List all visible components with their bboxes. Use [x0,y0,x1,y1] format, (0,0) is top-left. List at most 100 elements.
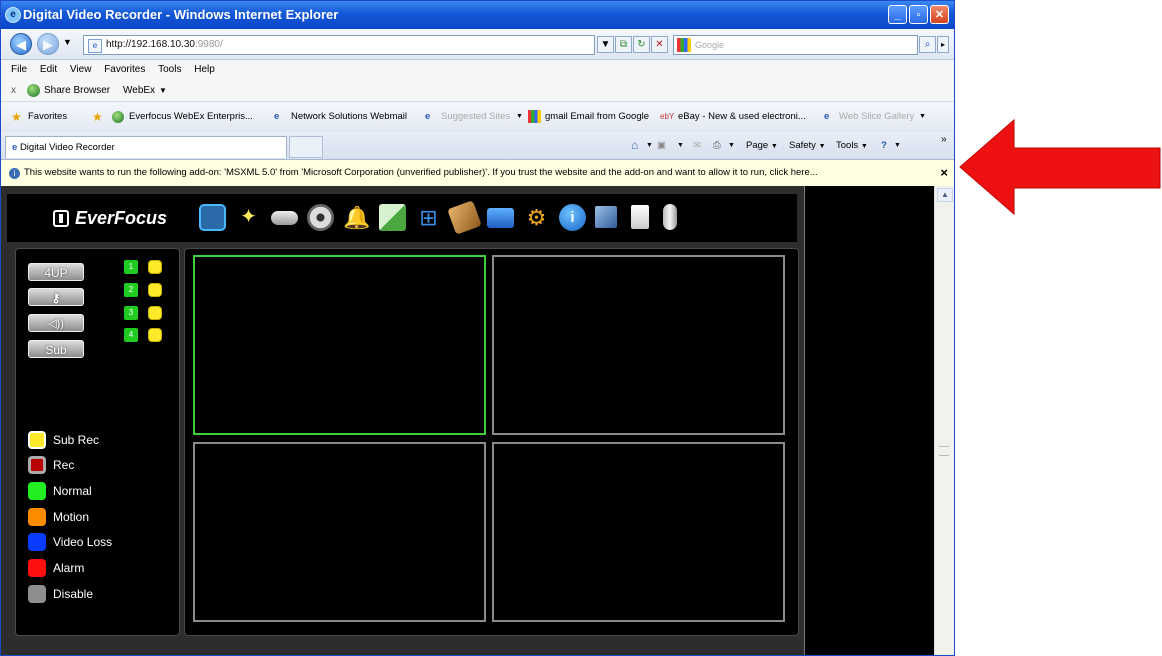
home-icon[interactable]: ⌂ [631,132,638,159]
refresh-icon[interactable]: ↻ [633,36,650,53]
wizard-icon[interactable]: ✦ [235,204,262,231]
brand-name: EverFocus [75,208,168,228]
logout-mouse-icon[interactable] [663,204,677,230]
fav-everfocus-webex[interactable]: Everfocus WebEx Enterpris... [129,102,253,132]
forward-button[interactable]: ▶ [37,33,59,55]
video-grid [184,248,799,636]
menu-view[interactable]: View [70,64,92,75]
channel-3-badge[interactable]: 3 [124,306,138,320]
live-view-icon[interactable] [199,204,226,231]
toolbar-overflow-icon[interactable]: » [941,126,947,153]
tab-digital-video-recorder[interactable]: e Digital Video Recorder [5,136,287,158]
recent-pages-dropdown-icon[interactable]: ▼ [63,37,72,47]
address-input[interactable]: e http://192.168.10.30:9980/ [83,35,595,55]
ptz-key-button[interactable]: ⚷ [28,288,84,306]
legend-label: Normal [53,484,92,498]
favorites-button[interactable]: Favorites [28,102,67,132]
menu-edit[interactable]: Edit [40,64,57,75]
video-cell-1[interactable] [193,255,486,435]
storage-icon[interactable] [447,200,482,235]
legend-label: Disable [53,587,94,601]
webex-toolbar: x Share Browser WebEx ▼ [1,80,954,102]
control-panel: 4UP ⚷ ◁)) Sub 1 2 3 4 Sub Rec Rec Normal… [15,248,180,636]
webex-dropdown-icon[interactable]: ▼ [159,80,167,101]
add-favorite-icon[interactable]: ★ [92,102,103,132]
video-cell-4[interactable] [492,442,785,622]
display-icon[interactable] [487,208,514,228]
maximize-button[interactable]: ▫ [909,5,928,24]
channel-1-badge[interactable]: 1 [124,260,138,274]
address-dropdown-icon[interactable]: ▼ [597,36,614,53]
menu-help[interactable]: Help [194,64,215,75]
ie-logo-icon: e [5,7,21,23]
address-toolbar: ◀ ▶ ▼ e http://192.168.10.30:9980/ ▼ ⧉ ↻ … [1,29,954,60]
web-slice-dropdown-icon[interactable]: ▼ [919,102,926,132]
new-tab-button[interactable] [289,136,323,158]
minimize-button[interactable]: _ [888,5,907,24]
scroll-grip[interactable] [939,446,949,456]
toolbar-close-icon[interactable]: x [11,80,16,101]
help-dropdown-icon[interactable]: ▼ [894,132,901,159]
suggested-dropdown-icon[interactable]: ▼ [516,102,523,132]
fav-gmail[interactable]: gmail Email from Google [545,102,649,132]
fav-network-solutions[interactable]: Network Solutions Webmail [291,102,407,132]
back-button[interactable]: ◀ [10,33,32,55]
channel-2-badge[interactable]: 2 [124,283,138,297]
schedule-icon[interactable] [379,204,406,231]
video-loss-swatch [28,533,46,551]
fav-web-slice-gallery[interactable]: Web Slice Gallery [839,102,914,132]
video-cell-3[interactable] [193,442,486,622]
info-circle-icon[interactable]: i [559,204,586,231]
page-menu-label: Page [746,140,769,151]
sub-stream-button[interactable]: Sub [28,340,84,358]
help-icon[interactable]: ? [881,132,887,159]
menu-tools[interactable]: Tools [158,64,181,75]
tab-label: Digital Video Recorder [19,142,115,153]
camera-icon[interactable] [271,211,298,225]
print-icon[interactable]: ⎙ [713,132,721,159]
channel-4-badge[interactable]: 4 [124,328,138,342]
menu-favorites[interactable]: Favorites [104,64,145,75]
close-button[interactable]: ✕ [930,5,949,24]
vertical-scrollbar[interactable]: ▲ [934,186,954,655]
video-cell-2[interactable] [492,255,785,435]
legend-label: Alarm [53,561,85,575]
page-icon: e [88,39,102,53]
fav-ebay[interactable]: eBay - New & used electroni... [678,102,806,132]
menu-file[interactable]: File [11,64,27,75]
safety-menu[interactable]: Safety ▼ [789,132,826,160]
channel-1-status [148,260,162,274]
information-bar-text: This website wants to run the following … [24,167,818,178]
stop-icon[interactable]: ✕ [651,36,668,53]
webex-menu-button[interactable]: WebEx [123,80,155,101]
home-dropdown-icon[interactable]: ▼ [646,132,653,159]
log-search-icon[interactable] [631,205,649,229]
print-dropdown-icon[interactable]: ▼ [728,132,735,159]
share-browser-button[interactable]: Share Browser [44,80,110,101]
playback-reel-icon[interactable] [307,204,334,231]
audio-button[interactable]: ◁)) [28,314,84,332]
mail-icon[interactable]: ✉ [693,132,701,159]
system-icon[interactable] [595,206,617,228]
information-bar[interactable]: i This website wants to run the following… [1,160,954,187]
safety-menu-label: Safety [789,140,816,151]
information-bar-close-button[interactable]: × [940,160,948,186]
page-menu[interactable]: Page ▼ [746,132,778,160]
address-port: :9980/ [194,39,223,50]
feeds-icon[interactable]: ▣ [657,132,666,159]
alarm-bell-icon[interactable]: 🔔 [343,204,370,231]
search-input[interactable]: Google [673,35,918,55]
compatibility-view-icon[interactable]: ⧉ [615,36,632,53]
search-options-icon[interactable]: ▸ [937,36,949,53]
fav-suggested-sites[interactable]: Suggested Sites [441,102,510,132]
tools-menu[interactable]: Tools ▼ [836,132,868,160]
info-icon: i [9,168,20,179]
favorites-star-icon[interactable]: ★ [11,102,22,132]
settings-gears-icon[interactable]: ⚙ [523,204,550,231]
scroll-up-icon[interactable]: ▲ [937,188,953,202]
feeds-dropdown-icon[interactable]: ▼ [677,132,684,159]
search-icon[interactable]: ⌕ [919,36,936,53]
four-up-button[interactable]: 4UP [28,263,84,281]
network-icon[interactable]: ⊞ [415,204,442,231]
channel-2-status [148,283,162,297]
